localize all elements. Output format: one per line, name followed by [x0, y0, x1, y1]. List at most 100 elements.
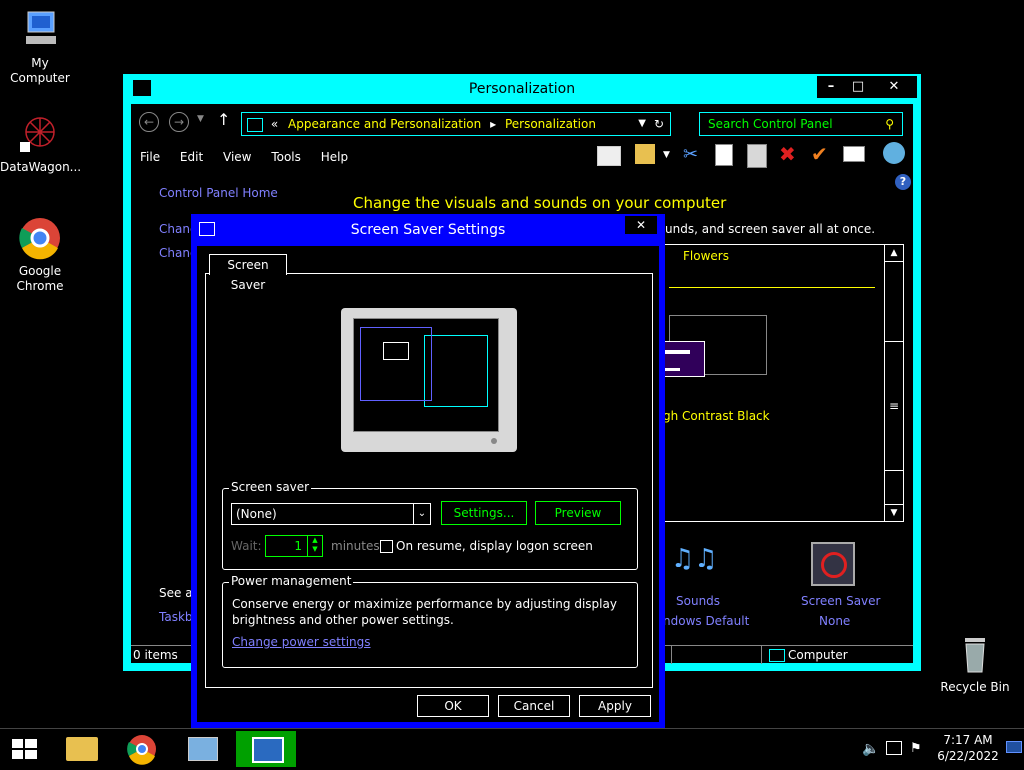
tab-panel: Screen saver (None) ⌄ Settings... Previe…: [205, 273, 653, 688]
scroll-down-icon[interactable]: ▼: [885, 504, 903, 521]
menu-help[interactable]: Help: [321, 150, 348, 164]
globe-icon[interactable]: [883, 142, 905, 164]
theme-group-divider: [669, 287, 875, 288]
cut-icon[interactable]: ✂: [683, 144, 698, 165]
monitor-power-button: [491, 438, 497, 444]
window-title: Personalization: [468, 81, 576, 97]
menu-view[interactable]: View: [223, 150, 251, 164]
breadcrumb-personalization[interactable]: Personalization: [505, 117, 596, 131]
address-dropdown-icon[interactable]: ▼: [638, 113, 646, 135]
start-button[interactable]: [0, 731, 48, 767]
breadcrumb-appearance[interactable]: Appearance and Personalization: [288, 117, 481, 131]
ok-button[interactable]: OK: [417, 695, 489, 717]
preview-window-inner: [383, 342, 409, 360]
no-symbol-icon: [821, 552, 847, 578]
power-management-group-label: Power management: [229, 574, 354, 588]
screen-saver-group: Screen saver (None) ⌄ Settings... Previe…: [222, 480, 638, 570]
desktop-icon-datawagon[interactable]: DataWagon...: [0, 112, 81, 175]
action-center-flag-icon[interactable]: ⚑: [910, 741, 922, 756]
clock-time[interactable]: 7:17 AM: [928, 733, 1008, 747]
monitor-screen: [353, 318, 499, 432]
theme-group-heading: Flowers: [683, 249, 729, 263]
taskbar-chrome[interactable]: [116, 731, 168, 767]
scroll-thumb[interactable]: ≡: [885, 341, 903, 471]
personalization-icon: [252, 737, 284, 763]
sounds-value: ndows Default: [663, 614, 750, 628]
search-input[interactable]: Search Control Panel ⚲: [699, 112, 903, 136]
desktop-icon-google-chrome[interactable]: Google Chrome: [0, 216, 80, 294]
screen-saver-select[interactable]: (None) ⌄: [231, 503, 431, 525]
wait-stepper[interactable]: ▲ ▼: [307, 535, 323, 557]
network-icon[interactable]: [886, 741, 902, 755]
change-power-settings-link[interactable]: Change power settings: [232, 635, 371, 649]
dialog-close-button[interactable]: ✕: [625, 216, 657, 234]
show-desktop-icon[interactable]: [1006, 741, 1022, 753]
cancel-button[interactable]: Cancel: [498, 695, 570, 717]
chrome-icon: [18, 216, 62, 260]
refresh-icon[interactable]: ↻: [654, 113, 664, 135]
search-placeholder: Search Control Panel: [708, 117, 833, 131]
minimize-button[interactable]: –: [817, 76, 845, 98]
desktop-icon-my-computer[interactable]: My Computer: [0, 8, 80, 86]
theme-scrollbar[interactable]: ▲ ≡ ▼: [884, 245, 903, 521]
desktop-icon-label: My Computer: [10, 56, 70, 85]
desktop-icon-recycle-bin[interactable]: Recycle Bin: [935, 632, 1015, 695]
rename-icon[interactable]: [843, 146, 865, 162]
taskbar-control-panel[interactable]: [176, 731, 228, 767]
settings-button[interactable]: Settings...: [441, 501, 527, 525]
resume-checkbox[interactable]: [380, 540, 393, 553]
preview-window-front: [360, 327, 432, 401]
menu-file[interactable]: File: [140, 150, 160, 164]
sounds-link[interactable]: Sounds: [676, 594, 720, 608]
resume-label[interactable]: On resume, display logon screen: [396, 539, 593, 553]
tab-screen-saver[interactable]: Screen Saver: [209, 254, 287, 292]
delete-icon[interactable]: ✖: [779, 142, 796, 166]
recent-pages-chevron-icon[interactable]: ▼: [197, 114, 204, 124]
paste-icon[interactable]: [747, 144, 767, 168]
search-icon[interactable]: ⚲: [885, 113, 894, 135]
folder-options-icon[interactable]: [635, 144, 655, 164]
select-chevron-icon[interactable]: ⌄: [413, 504, 430, 524]
clock-date[interactable]: 6/22/2022: [928, 749, 1008, 763]
help-icon[interactable]: ?: [895, 174, 911, 190]
menu-edit[interactable]: Edit: [180, 150, 203, 164]
menu-tools[interactable]: Tools: [271, 150, 301, 164]
close-button[interactable]: ✕: [871, 76, 917, 98]
dialog-body: Screen Saver Screen saver (None) ⌄ Setti…: [197, 246, 659, 722]
properties-check-icon[interactable]: ✔: [811, 142, 828, 166]
screen-saver-link[interactable]: Screen Saver: [801, 594, 880, 608]
volume-muted-icon[interactable]: 🔈: [862, 741, 879, 757]
up-button[interactable]: ↑: [217, 110, 230, 129]
taskbar-file-explorer[interactable]: [56, 731, 108, 767]
page-subheading: unds, and screen saver all at once.: [665, 222, 876, 236]
dialog-title: Screen Saver Settings: [350, 222, 506, 238]
forward-button[interactable]: →: [169, 112, 189, 132]
scroll-up-icon[interactable]: ▲: [885, 245, 903, 262]
stepper-up-icon[interactable]: ▲: [308, 536, 322, 545]
taskbar-personalization-active[interactable]: [236, 731, 296, 767]
status-items-count: 0 items: [133, 648, 178, 662]
wait-value: 1: [294, 539, 302, 553]
minutes-label: minutes: [331, 539, 380, 553]
maximize-button[interactable]: □: [845, 76, 871, 98]
thumbnail-text-bar: [664, 368, 680, 371]
taskbar-link[interactable]: Taskb: [159, 610, 193, 624]
power-description-line2: brightness and other power settings.: [232, 613, 454, 627]
apply-button[interactable]: Apply: [579, 695, 651, 717]
preview-button[interactable]: Preview: [535, 501, 621, 525]
copy-icon[interactable]: [715, 144, 733, 166]
back-button[interactable]: ←: [139, 112, 159, 132]
status-computer: Computer: [788, 648, 848, 662]
address-bar[interactable]: « Appearance and Personalization ▸ Perso…: [241, 112, 671, 136]
screen-saver-icon[interactable]: [811, 542, 855, 586]
theme-thumbnail-window: [663, 341, 705, 377]
layout-icon[interactable]: [597, 146, 621, 166]
preview-window-back: [424, 335, 488, 407]
folder-dropdown-icon[interactable]: ▼: [663, 150, 670, 160]
control-panel-icon: [188, 737, 218, 761]
sounds-icon[interactable]: ♫♫: [671, 544, 721, 588]
theme-name[interactable]: gh Contrast Black: [663, 409, 770, 423]
wait-label: Wait:: [231, 539, 262, 553]
control-panel-home-link[interactable]: Control Panel Home: [159, 186, 278, 200]
stepper-down-icon[interactable]: ▼: [308, 545, 322, 554]
